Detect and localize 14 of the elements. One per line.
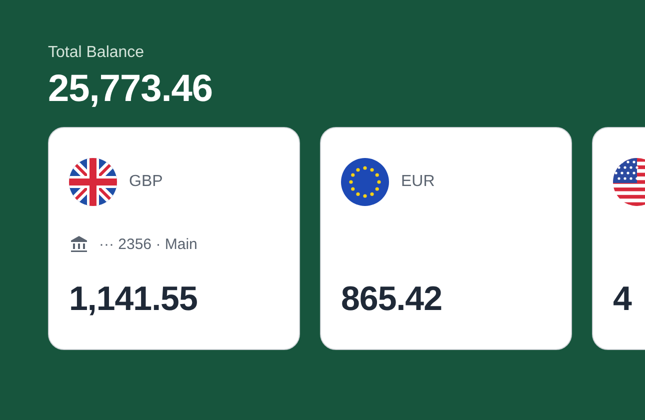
- currency-card[interactable]: GBP ··· 2356 · Main 1,141.55: [48, 127, 300, 350]
- total-balance-label: Total Balance: [48, 44, 146, 62]
- account-balance: 1,141.55: [69, 280, 198, 319]
- currency-code: GBP: [129, 173, 163, 191]
- account-balance: 865.42: [341, 280, 443, 319]
- currency-card[interactable]: 4: [592, 127, 645, 350]
- total-balance-amount: 25,773.46: [48, 68, 214, 111]
- currency-code: EUR: [401, 173, 435, 191]
- bank-icon: [69, 234, 89, 254]
- eu-flag-icon: [341, 158, 389, 206]
- account-balance: 4: [613, 280, 633, 319]
- account-info: ··· 2356 · Main: [99, 236, 198, 252]
- uk-flag-icon: [69, 158, 117, 206]
- currency-card[interactable]: EUR 865.42: [320, 127, 572, 350]
